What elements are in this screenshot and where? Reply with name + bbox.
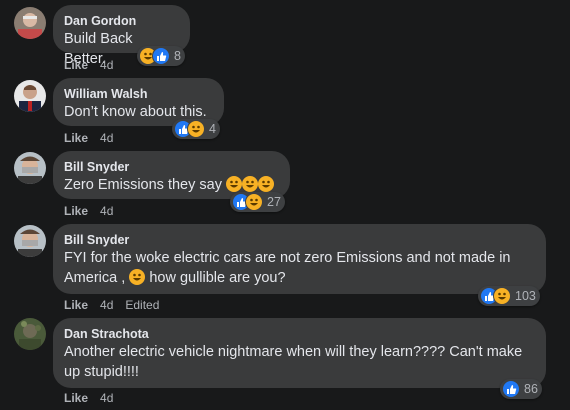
reaction-count: 86 xyxy=(524,382,538,396)
avatar[interactable] xyxy=(14,80,46,112)
comment-actions: Like 4d Edited xyxy=(64,298,171,312)
haha-emoji-icon xyxy=(225,176,242,192)
like-button[interactable]: Like xyxy=(64,131,88,145)
author-name[interactable]: Bill Snyder xyxy=(64,159,278,175)
comment-actions: Like 4d xyxy=(64,391,125,405)
haha-reaction-icon xyxy=(245,193,263,211)
edited-label[interactable]: Edited xyxy=(125,298,159,312)
timestamp[interactable]: 4d xyxy=(100,58,113,72)
comment-text-line: FYI for the woke electric cars are not z… xyxy=(64,250,511,266)
timestamp[interactable]: 4d xyxy=(100,298,113,312)
like-reaction-icon xyxy=(502,380,520,398)
haha-emoji-icon xyxy=(241,176,258,192)
comment-actions: Like 4d xyxy=(64,131,125,145)
like-button[interactable]: Like xyxy=(64,298,88,312)
author-name[interactable]: Dan Gordon xyxy=(64,13,178,29)
reaction-summary[interactable]: 27 xyxy=(230,192,285,212)
haha-reaction-icon xyxy=(187,120,205,138)
author-name[interactable]: William Walsh xyxy=(64,86,212,102)
reaction-count: 4 xyxy=(209,122,216,136)
comment-text-line: up stupid!!!! xyxy=(64,364,139,380)
like-reaction-icon xyxy=(152,47,170,65)
author-name[interactable]: Dan Strachota xyxy=(64,326,534,342)
timestamp[interactable]: 4d xyxy=(100,204,113,218)
like-button[interactable]: Like xyxy=(64,204,88,218)
comment-actions: Like 4d xyxy=(64,58,125,72)
reaction-summary[interactable]: 103 xyxy=(478,286,540,306)
comment-actions: Like 4d xyxy=(64,204,125,218)
comment-text-line: America , how gullible are you? xyxy=(64,268,534,288)
reaction-summary[interactable]: 8 xyxy=(137,46,185,66)
comment-text-line: Another electric vehicle nightmare when … xyxy=(64,344,523,360)
timestamp[interactable]: 4d xyxy=(100,391,113,405)
haha-reaction-icon xyxy=(493,287,511,305)
comment-text-body: Zero Emissions they say xyxy=(64,177,222,193)
haha-emoji-icon xyxy=(257,176,274,192)
reaction-summary[interactable]: 86 xyxy=(500,379,542,399)
timestamp[interactable]: 4d xyxy=(100,131,113,145)
reaction-count: 8 xyxy=(174,49,181,63)
like-button[interactable]: Like xyxy=(64,58,88,72)
comment-bubble: Dan Strachota Another electric vehicle n… xyxy=(53,318,546,388)
comment-bubble: Bill Snyder FYI for the woke electric ca… xyxy=(53,224,546,294)
reaction-summary[interactable]: 4 xyxy=(172,119,220,139)
avatar[interactable] xyxy=(14,225,46,257)
avatar[interactable] xyxy=(14,152,46,184)
comment-text-part: America , xyxy=(64,270,126,286)
reaction-count: 103 xyxy=(515,289,536,303)
haha-emoji-icon xyxy=(129,269,146,285)
avatar[interactable] xyxy=(14,7,46,39)
comment-text-part: how gullible are you? xyxy=(149,270,286,286)
author-name[interactable]: Bill Snyder xyxy=(64,232,534,248)
avatar[interactable] xyxy=(14,318,46,350)
like-button[interactable]: Like xyxy=(64,391,88,405)
reaction-count: 27 xyxy=(267,195,281,209)
